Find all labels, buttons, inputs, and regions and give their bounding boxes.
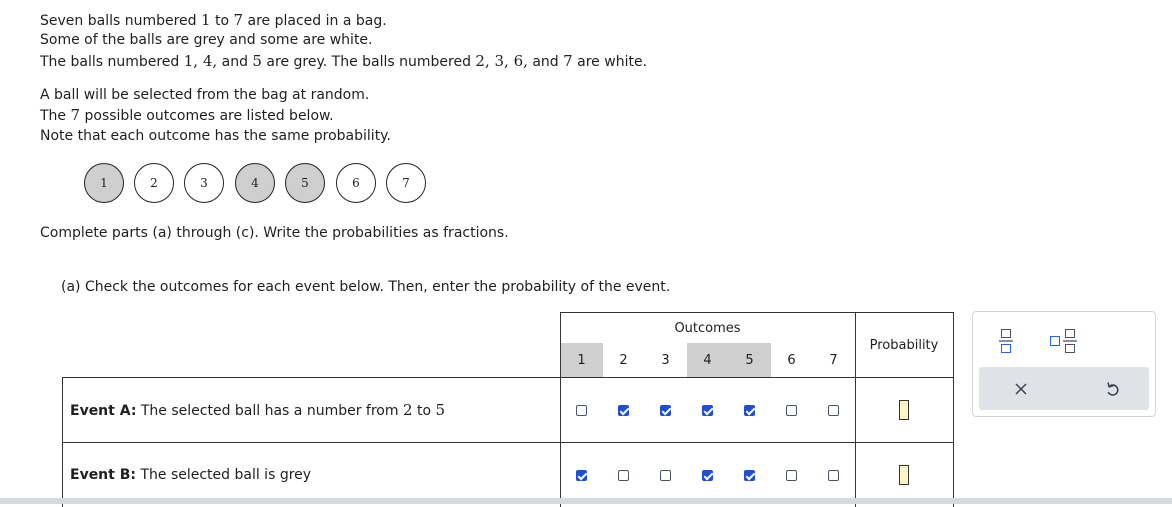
intro-line-2: Some of the balls are grey and some are … bbox=[40, 30, 373, 51]
outcome-5-header: 5 bbox=[729, 343, 771, 378]
event-b-outcome-6-checkbox[interactable] bbox=[786, 470, 797, 481]
outcome-7-header: 7 bbox=[813, 343, 856, 378]
instructions: Complete parts (a) through (c). Write th… bbox=[40, 223, 509, 244]
intro-line-3: The balls numbered 1, 4, and 5 are grey.… bbox=[40, 51, 647, 73]
event-b-outcome-5-checkbox[interactable] bbox=[744, 470, 755, 481]
event-b-outcome-3-checkbox[interactable] bbox=[660, 470, 671, 481]
part-a-instruction: (a) Check the outcomes for each event be… bbox=[61, 278, 670, 296]
intro-line-5: The 7 possible outcomes are listed below… bbox=[40, 105, 334, 127]
math-tool-palette bbox=[972, 311, 1156, 417]
event-a-outcome-4-checkbox[interactable] bbox=[702, 405, 713, 416]
ball: 2 bbox=[134, 163, 174, 203]
page-bottom-bar bbox=[0, 498, 1172, 504]
outcomes-header: Outcomes bbox=[560, 313, 855, 344]
event-a-outcome-6-checkbox[interactable] bbox=[786, 405, 797, 416]
outcome-1-header: 1 bbox=[560, 343, 603, 378]
outcome-4-header: 4 bbox=[687, 343, 729, 378]
ball: 5 bbox=[285, 163, 325, 203]
outcome-3-header: 3 bbox=[645, 343, 687, 378]
outcomes-table: Outcomes Probability 1 2 3 4 5 6 7 Event… bbox=[62, 312, 954, 507]
outcome-6-header: 6 bbox=[771, 343, 813, 378]
outcome-2-header: 2 bbox=[603, 343, 645, 378]
event-b-outcome-2-checkbox[interactable] bbox=[618, 470, 629, 481]
ball: 4 bbox=[235, 163, 275, 203]
event-a-probability-input[interactable] bbox=[899, 400, 909, 420]
ball: 3 bbox=[184, 163, 224, 203]
event-b-outcome-4-checkbox[interactable] bbox=[702, 470, 713, 481]
event-b-outcome-7-checkbox[interactable] bbox=[828, 470, 839, 481]
ball: 1 bbox=[84, 163, 124, 203]
palette-actions bbox=[979, 367, 1149, 410]
clear-icon[interactable] bbox=[1014, 382, 1028, 396]
event-b-probability-input[interactable] bbox=[899, 465, 909, 485]
intro-line-6: Note that each outcome has the same prob… bbox=[40, 126, 391, 147]
event-a-outcome-3-checkbox[interactable] bbox=[660, 405, 671, 416]
event-a-row: Event A: The selected ball has a number … bbox=[63, 378, 954, 443]
probability-header: Probability bbox=[855, 313, 953, 378]
event-a-label: Event A: The selected ball has a number … bbox=[63, 378, 561, 443]
intro-line-4: A ball will be selected from the bag at … bbox=[40, 85, 369, 106]
event-a-outcome-1-checkbox[interactable] bbox=[576, 405, 587, 416]
event-b-outcome-1-checkbox[interactable] bbox=[576, 470, 587, 481]
undo-icon[interactable] bbox=[1105, 380, 1121, 398]
mixed-number-icon[interactable] bbox=[1049, 327, 1081, 355]
ball: 6 bbox=[336, 163, 376, 203]
ball: 7 bbox=[386, 163, 426, 203]
fraction-icon[interactable] bbox=[999, 327, 1013, 355]
event-a-outcome-2-checkbox[interactable] bbox=[618, 405, 629, 416]
event-a-outcome-5-checkbox[interactable] bbox=[744, 405, 755, 416]
event-a-outcome-7-checkbox[interactable] bbox=[828, 405, 839, 416]
intro-line-1: Seven balls numbered 1 to 7 are placed i… bbox=[40, 10, 387, 32]
